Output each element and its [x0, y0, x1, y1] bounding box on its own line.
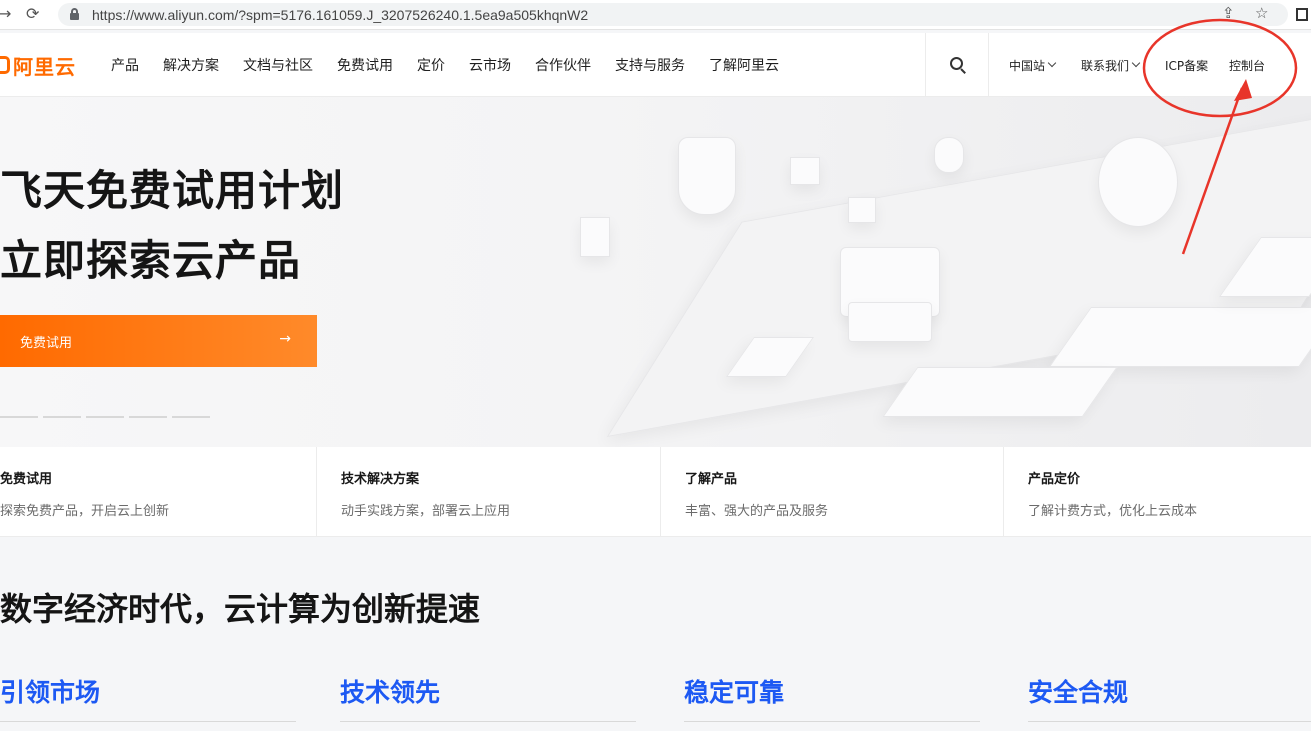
feature-heading: 安全合规 — [1028, 678, 1129, 707]
quick-link-title: 了解产品 — [685, 472, 738, 487]
carousel-dot[interactable] — [86, 416, 124, 418]
chevron-down-icon — [1131, 58, 1141, 68]
carousel-dot[interactable] — [43, 416, 81, 418]
quick-link-desc: 了解计费方式，优化上云成本 — [1028, 504, 1198, 519]
site-header: 阿里云 产品 解决方案 文档与社区 免费试用 定价 云市场 合作伙伴 支持与服务… — [0, 33, 1311, 97]
carousel-indicators — [0, 416, 215, 418]
window-icon[interactable] — [1296, 8, 1308, 21]
nav-item-solutions[interactable]: 解决方案 — [163, 55, 219, 75]
nav-item-docs[interactable]: 文档与社区 — [243, 55, 313, 75]
quick-link-card[interactable]: 免费试用 探索免费产品，开启云上创新 — [0, 447, 316, 537]
feature-heading: 引领市场 — [0, 678, 101, 707]
quick-link-desc: 丰富、强大的产品及服务 — [685, 504, 829, 519]
icp-label: ICP备案 — [1165, 58, 1209, 73]
arrow-right-icon: → — [279, 331, 291, 347]
nav-item-support[interactable]: 支持与服务 — [615, 55, 685, 75]
aliyun-logo[interactable]: 阿里云 — [0, 50, 76, 80]
divider — [988, 33, 989, 97]
quick-link-card[interactable]: 产品定价 了解计费方式，优化上云成本 — [1028, 447, 1311, 537]
feature-heading: 稳定可靠 — [684, 678, 785, 707]
nav-item-free-trial[interactable]: 免费试用 — [337, 55, 393, 75]
site-select-label: 中国站 — [1009, 58, 1046, 73]
free-trial-button[interactable]: 免费试用 → — [0, 315, 317, 367]
lock-icon — [70, 8, 79, 20]
search-icon[interactable] — [950, 57, 966, 74]
url-text: https://www.aliyun.com/?spm=5176.161059.… — [92, 6, 589, 23]
contact-menu[interactable]: 联系我们 — [1081, 33, 1141, 97]
divider — [316, 447, 317, 537]
address-bar[interactable]: https://www.aliyun.com/?spm=5176.161059.… — [58, 3, 1288, 26]
hero-title-line2: 立即探索云产品 — [0, 236, 302, 285]
feature-heading: 技术领先 — [340, 678, 441, 707]
carousel-dot[interactable] — [129, 416, 167, 418]
console-label: 控制台 — [1229, 58, 1266, 73]
nav-item-about[interactable]: 了解阿里云 — [709, 55, 779, 75]
nav-item-products[interactable]: 产品 — [111, 55, 139, 75]
contact-label: 联系我们 — [1081, 58, 1130, 73]
quick-link-desc: 动手实践方案，部署云上应用 — [341, 504, 511, 519]
divider — [1003, 447, 1004, 537]
divider — [684, 721, 980, 722]
carousel-dot[interactable] — [0, 416, 38, 418]
hero-banner: 飞天免费试用计划 立即探索云产品 免费试用 → — [0, 97, 1311, 447]
free-trial-label: 免费试用 — [20, 335, 73, 351]
quick-link-title: 免费试用 — [0, 472, 53, 487]
hero-title-line1: 飞天免费试用计划 — [0, 166, 345, 215]
logo-mark-icon — [0, 56, 10, 74]
console-link[interactable]: 控制台 — [1229, 33, 1265, 97]
browser-toolbar: → ⟳ https://www.aliyun.com/?spm=5176.161… — [0, 0, 1311, 30]
arrow-left-icon[interactable]: → — [0, 4, 11, 23]
nav-item-marketplace[interactable]: 云市场 — [469, 55, 511, 75]
site-select[interactable]: 中国站 — [1009, 33, 1057, 97]
reload-icon[interactable]: ⟳ — [26, 4, 39, 23]
icp-link[interactable]: ICP备案 — [1165, 33, 1208, 97]
section-title: 数字经济时代，云计算为创新提速 — [0, 590, 481, 628]
divider — [1028, 721, 1311, 722]
carousel-dot[interactable] — [172, 416, 210, 418]
quick-link-title: 产品定价 — [1028, 472, 1081, 487]
chevron-down-icon — [1047, 58, 1057, 68]
divider — [925, 33, 926, 97]
main-nav: 产品 解决方案 文档与社区 免费试用 定价 云市场 合作伙伴 支持与服务 了解阿… — [111, 33, 803, 97]
nav-item-partners[interactable]: 合作伙伴 — [535, 55, 591, 75]
quick-link-card[interactable]: 技术解决方案 动手实践方案，部署云上应用 — [341, 447, 659, 537]
star-icon[interactable]: ☆ — [1255, 4, 1268, 22]
divider — [340, 721, 636, 722]
logo-text: 阿里云 — [13, 54, 76, 79]
divider — [0, 721, 296, 722]
quick-link-card[interactable]: 了解产品 丰富、强大的产品及服务 — [685, 447, 1003, 537]
share-icon[interactable]: ⇪ — [1222, 4, 1235, 22]
nav-item-pricing[interactable]: 定价 — [417, 55, 445, 75]
quick-link-desc: 探索免费产品，开启云上创新 — [0, 504, 170, 519]
quick-link-title: 技术解决方案 — [341, 472, 420, 487]
divider — [660, 447, 661, 537]
quick-links: 免费试用 探索免费产品，开启云上创新 技术解决方案 动手实践方案，部署云上应用 … — [0, 447, 1311, 537]
